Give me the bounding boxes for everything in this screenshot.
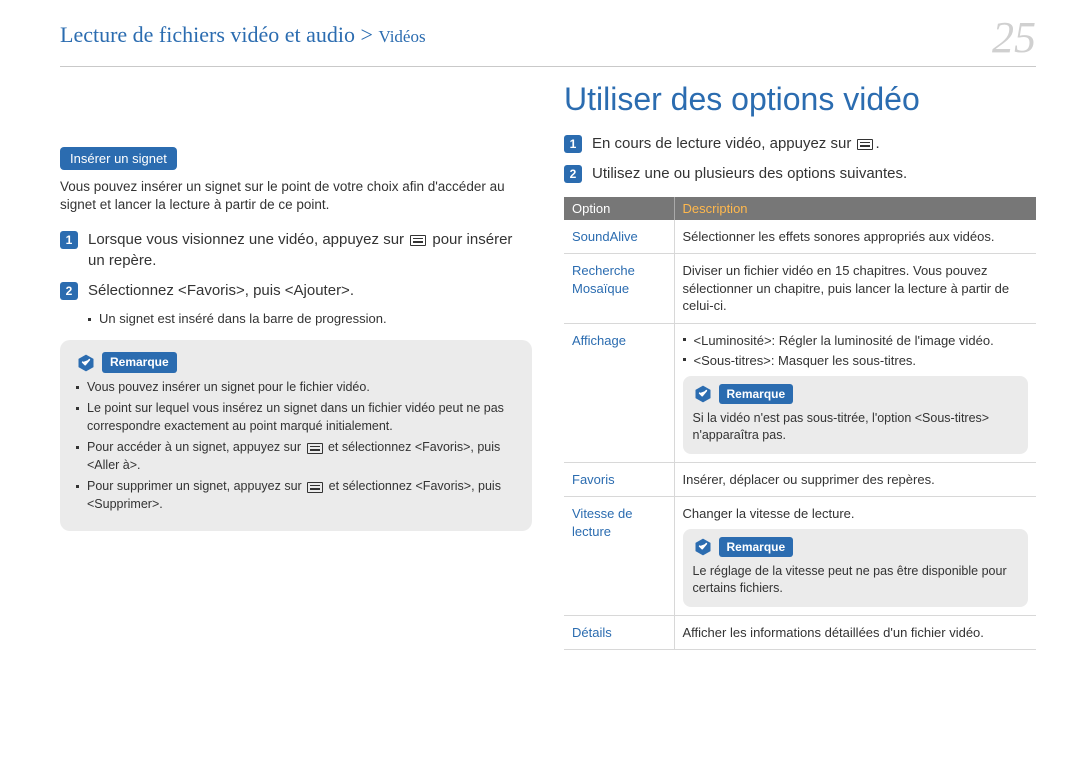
table-row: Favoris Insérer, déplacer ou supprimer d…	[564, 462, 1036, 497]
th-description: Description	[674, 197, 1036, 220]
menu-icon	[857, 139, 873, 150]
table-row: SoundAlive Sélectionner les effets sonor…	[564, 220, 1036, 254]
rstep1-text-a: En cours de lecture vidéo, appuyez sur	[592, 135, 855, 152]
breadcrumb-sub: Vidéos	[378, 27, 425, 46]
section-label: Insérer un signet	[60, 147, 177, 170]
opt-name: Détails	[564, 615, 674, 650]
cube-check-icon	[693, 537, 713, 557]
opt-desc: <Luminosité>: Régler la luminosité de l'…	[674, 323, 1036, 462]
step1-text-a: Lorsque vous visionnez une vidéo, appuye…	[88, 231, 408, 248]
opt-desc: Afficher les informations détaillées d'u…	[674, 615, 1036, 650]
opt-desc: Insérer, déplacer ou supprimer des repèr…	[674, 462, 1036, 497]
vitesse-desc: Changer la vitesse de lecture.	[683, 505, 1029, 523]
intro-text: Vous pouvez insérer un signet sur le poi…	[60, 178, 532, 214]
right-column: Utiliser des options vidéo 1 En cours de…	[564, 81, 1036, 650]
th-option: Option	[564, 197, 674, 220]
step-2: 2 Sélectionnez <Favoris>, puis <Ajouter>…	[60, 281, 532, 301]
right-heading: Utiliser des options vidéo	[564, 81, 1036, 118]
rstep2-text: Utilisez une ou plusieurs des options su…	[592, 164, 1036, 184]
opt-name: SoundAlive	[564, 220, 674, 254]
step-number-icon: 1	[60, 231, 78, 249]
note-item: Pour supprimer un signet, appuyez sur et…	[76, 478, 516, 513]
note-item: Le point sur lequel vous insérez un sign…	[76, 400, 516, 435]
table-row: Vitesse de lecture Changer la vitesse de…	[564, 497, 1036, 615]
opt-desc: Changer la vitesse de lecture. Remarque …	[674, 497, 1036, 615]
opt-name: Affichage	[564, 323, 674, 462]
right-step-1: 1 En cours de lecture vidéo, appuyez sur…	[564, 134, 1036, 154]
options-table: Option Description SoundAlive Sélectionn…	[564, 197, 1036, 651]
nested-note-text: Si la vidéo n'est pas sous-titrée, l'opt…	[693, 410, 1019, 444]
menu-icon	[307, 482, 323, 493]
opt-desc: Sélectionner les effets sonores appropri…	[674, 220, 1036, 254]
step2-sub-text: Un signet est inséré dans la barre de pr…	[99, 311, 387, 326]
table-row: Détails Afficher les informations détail…	[564, 615, 1036, 650]
breadcrumb-main: Lecture de fichiers vidéo et audio >	[60, 22, 378, 47]
left-column: Insérer un signet Vous pouvez insérer un…	[60, 81, 532, 650]
opt-name: Vitesse de lecture	[564, 497, 674, 615]
note-box: Remarque Vous pouvez insérer un signet p…	[60, 340, 532, 531]
note-label: Remarque	[719, 537, 794, 557]
cube-check-icon	[693, 384, 713, 404]
table-row: Recherche Mosaïque Diviser un fichier vi…	[564, 254, 1036, 324]
page-number: 25	[992, 16, 1036, 60]
opt-name: Recherche Mosaïque	[564, 254, 674, 324]
step2-text: Sélectionnez <Favoris>, puis <Ajouter>.	[88, 281, 532, 301]
note-label: Remarque	[102, 352, 177, 373]
note-item: Vous pouvez insérer un signet pour le fi…	[76, 379, 516, 397]
note-item: Pour accéder à un signet, appuyez sur et…	[76, 439, 516, 474]
note-label: Remarque	[719, 384, 794, 404]
step-number-icon: 2	[564, 165, 582, 183]
step-number-icon: 2	[60, 282, 78, 300]
table-header-row: Option Description	[564, 197, 1036, 220]
header: Lecture de fichiers vidéo et audio > Vid…	[60, 22, 1036, 67]
rstep1-text-b: .	[875, 135, 879, 152]
table-row: Affichage <Luminosité>: Régler la lumino…	[564, 323, 1036, 462]
step2-sub: Un signet est inséré dans la barre de pr…	[88, 311, 532, 326]
opt-desc: Diviser un fichier vidéo en 15 chapitres…	[674, 254, 1036, 324]
cube-check-icon	[76, 353, 96, 373]
step-1: 1 Lorsque vous visionnez une vidéo, appu…	[60, 230, 532, 271]
nested-note: Remarque Le réglage de la vitesse peut n…	[683, 529, 1029, 607]
step-number-icon: 1	[564, 135, 582, 153]
nested-note-text: Le réglage de la vitesse peut ne pas êtr…	[693, 563, 1019, 597]
opt-name: Favoris	[564, 462, 674, 497]
right-step-2: 2 Utilisez une ou plusieurs des options …	[564, 164, 1036, 184]
menu-icon	[307, 443, 323, 454]
nested-note: Remarque Si la vidéo n'est pas sous-titr…	[683, 376, 1029, 454]
breadcrumb: Lecture de fichiers vidéo et audio > Vid…	[60, 22, 426, 48]
menu-icon	[410, 235, 426, 246]
